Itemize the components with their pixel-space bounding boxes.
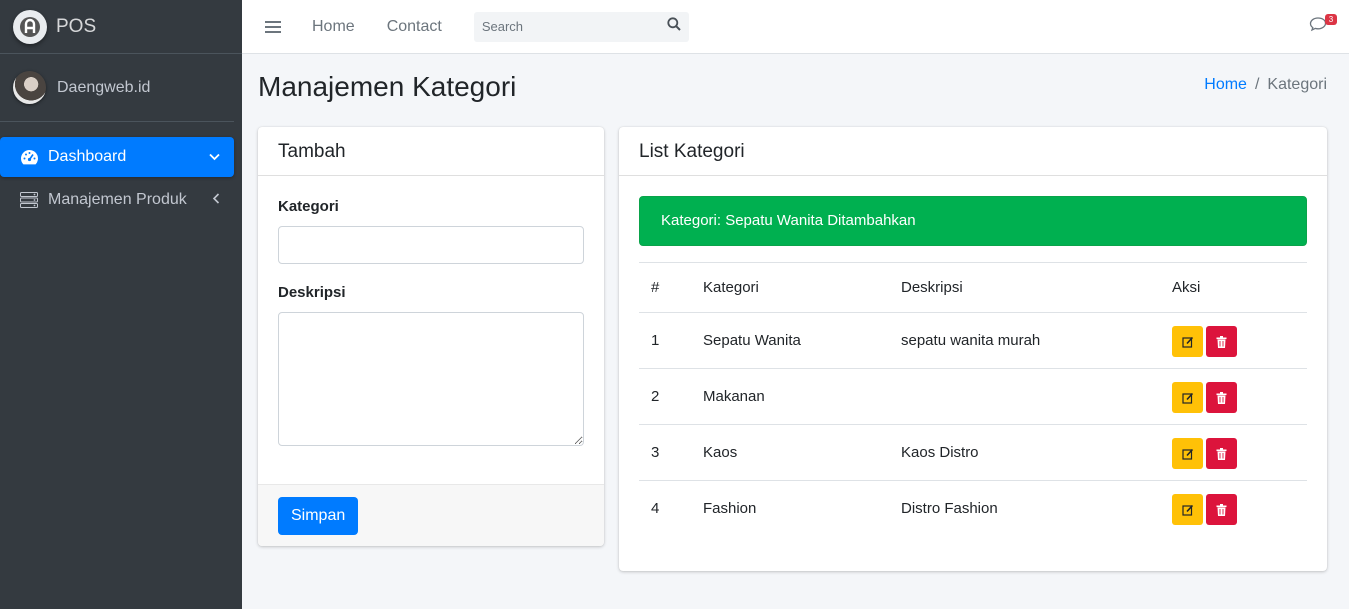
sidebar-item-label: Dashboard bbox=[48, 148, 127, 165]
sidebar: POS Daengweb.id Dashboard Manajemen Prod… bbox=[0, 0, 242, 609]
cell-deskripsi: sepatu wanita murah bbox=[889, 312, 1160, 369]
edit-icon bbox=[1181, 392, 1193, 404]
brand-link[interactable]: POS bbox=[0, 0, 242, 54]
search-form bbox=[473, 11, 689, 42]
messages-dropdown[interactable]: 3 bbox=[1309, 14, 1337, 36]
cell-aksi bbox=[1160, 424, 1307, 481]
breadcrumb-separator: / bbox=[1254, 76, 1260, 93]
breadcrumb-home-link[interactable]: Home bbox=[1204, 76, 1247, 94]
table-row: 4 Fashion Distro Fashion bbox=[639, 481, 1307, 537]
cell-aksi bbox=[1160, 481, 1307, 537]
tachometer-icon bbox=[19, 147, 39, 167]
search-icon[interactable] bbox=[667, 17, 681, 36]
nav-link-home[interactable]: Home bbox=[312, 18, 355, 36]
cell-deskripsi bbox=[889, 368, 1160, 425]
edit-button[interactable] bbox=[1172, 494, 1203, 526]
cell-kategori: Sepatu Wanita bbox=[691, 312, 889, 369]
cell-kategori: Kaos bbox=[691, 424, 889, 481]
category-table: # Kategori Deskripsi Aksi 1 Sepatu Wanit… bbox=[639, 262, 1307, 537]
brand-name: POS bbox=[56, 15, 97, 37]
edit-icon bbox=[1181, 504, 1193, 516]
card-title: Tambah bbox=[258, 127, 604, 176]
card-footer: Simpan bbox=[258, 484, 604, 546]
edit-button[interactable] bbox=[1172, 438, 1203, 469]
add-category-card: Tambah Kategori Deskripsi Simpan bbox=[258, 127, 604, 546]
table-row: 1 Sepatu Wanita sepatu wanita murah bbox=[639, 312, 1307, 369]
card-title: List Kategori bbox=[619, 127, 1327, 176]
simpan-button[interactable]: Simpan bbox=[278, 497, 359, 535]
sidebar-nav: Dashboard Manajemen Produk bbox=[0, 122, 242, 220]
nav-link-contact[interactable]: Contact bbox=[387, 18, 442, 36]
menu-toggle-icon[interactable] bbox=[265, 20, 281, 33]
kategori-label: Kategori bbox=[278, 198, 339, 215]
edit-button[interactable] bbox=[1172, 326, 1203, 357]
edit-icon bbox=[1181, 336, 1193, 348]
chevron-down-icon bbox=[209, 149, 220, 164]
cell-kategori: Fashion bbox=[703, 500, 757, 518]
sidebar-item-dashboard[interactable]: Dashboard bbox=[0, 137, 234, 177]
trash-icon bbox=[1216, 391, 1227, 404]
trash-icon bbox=[1216, 447, 1227, 460]
table-row: 3 Kaos Kaos Distro bbox=[639, 424, 1307, 481]
success-alert: Kategori: Sepatu Wanita Ditambahkan bbox=[639, 196, 1307, 246]
notification-badge: 3 bbox=[1325, 14, 1337, 25]
user-name: Daengweb.id bbox=[57, 78, 151, 96]
delete-button[interactable] bbox=[1206, 382, 1237, 413]
column-header-deskripsi: Deskripsi bbox=[889, 262, 1160, 313]
edit-button[interactable] bbox=[1172, 382, 1203, 413]
deskripsi-label: Deskripsi bbox=[278, 284, 346, 301]
delete-button[interactable] bbox=[1206, 494, 1237, 526]
delete-button[interactable] bbox=[1206, 438, 1237, 469]
chevron-left-icon bbox=[212, 192, 220, 207]
cell-number: 4 bbox=[651, 500, 660, 518]
avatar bbox=[13, 71, 46, 104]
top-navbar: Home Contact 3 bbox=[242, 0, 1349, 54]
cell-number: 2 bbox=[639, 368, 691, 425]
cell-number: 3 bbox=[639, 424, 691, 481]
column-header-kategori: Kategori bbox=[691, 262, 889, 313]
edit-icon bbox=[1181, 448, 1193, 460]
server-icon bbox=[19, 190, 39, 210]
trash-icon bbox=[1216, 503, 1227, 516]
trash-icon bbox=[1216, 335, 1227, 348]
sidebar-item-label: Manajemen Produk bbox=[48, 191, 187, 208]
cell-aksi bbox=[1160, 312, 1307, 369]
table-row: 2 Makanan bbox=[639, 368, 1307, 425]
search-input[interactable] bbox=[481, 19, 652, 34]
kategori-input[interactable] bbox=[278, 226, 584, 264]
sidebar-item-manajemen-produk[interactable]: Manajemen Produk bbox=[0, 180, 234, 220]
cell-number: 1 bbox=[639, 312, 691, 369]
cell-deskripsi: Kaos Distro bbox=[889, 424, 1160, 481]
cell-kategori: Makanan bbox=[691, 368, 889, 425]
list-category-card: List Kategori Kategori: Sepatu Wanita Di… bbox=[619, 127, 1327, 571]
cell-aksi bbox=[1160, 368, 1307, 425]
cell-deskripsi: Distro Fashion bbox=[901, 500, 998, 518]
table-header-row: # Kategori Deskripsi Aksi bbox=[639, 262, 1307, 313]
page-title: Manajemen Kategori bbox=[258, 71, 517, 102]
breadcrumb-current: Kategori bbox=[1267, 76, 1327, 93]
breadcrumb: Home / Kategori bbox=[1204, 76, 1327, 94]
brand-logo-icon bbox=[13, 9, 47, 44]
deskripsi-textarea[interactable] bbox=[278, 312, 584, 446]
user-panel[interactable]: Daengweb.id bbox=[0, 54, 234, 122]
column-header-aksi: Aksi bbox=[1160, 262, 1307, 313]
delete-button[interactable] bbox=[1206, 326, 1237, 357]
column-header-number: # bbox=[639, 262, 691, 313]
